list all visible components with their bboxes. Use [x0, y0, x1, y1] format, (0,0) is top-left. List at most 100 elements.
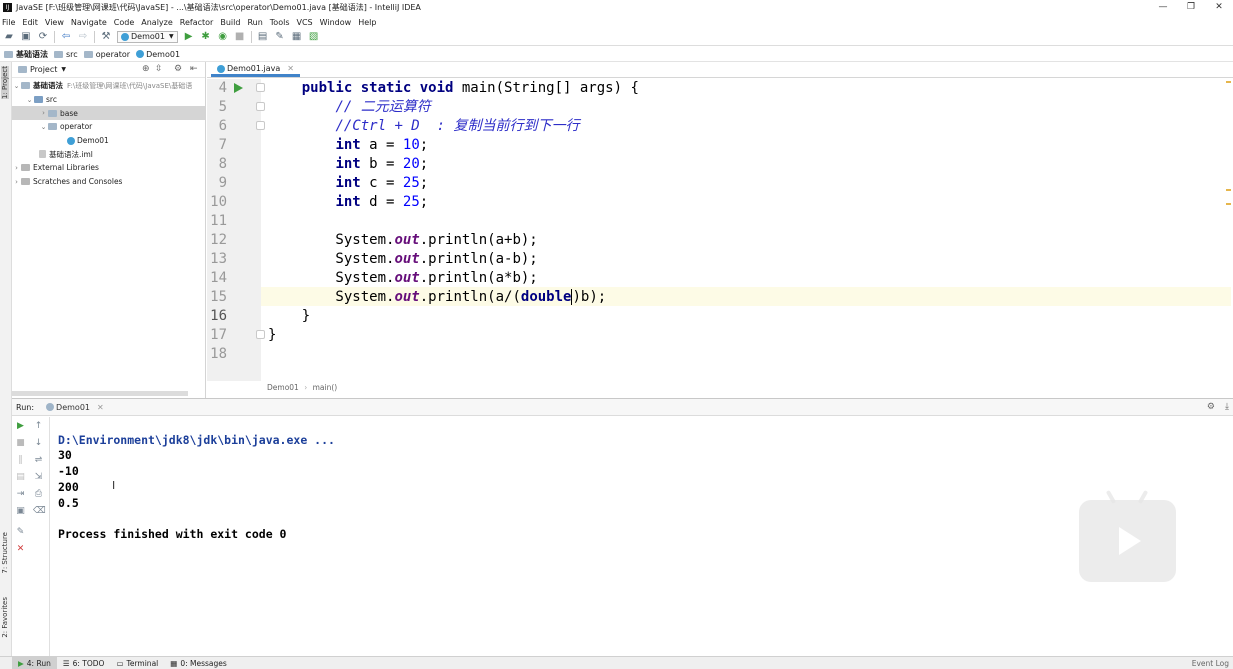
tree-item-base[interactable]: › base: [12, 106, 205, 121]
menu-refactor[interactable]: Refactor: [180, 18, 214, 27]
run-tab-demo01[interactable]: Demo01 ✕: [46, 403, 104, 412]
menu-build[interactable]: Build: [220, 18, 240, 27]
code-area[interactable]: public static void main(String[] args) {…: [268, 79, 1218, 381]
project-view-select[interactable]: Project: [30, 65, 57, 74]
menu-code[interactable]: Code: [114, 18, 134, 27]
tool-tab-todo[interactable]: ☰ 6: TODO: [57, 657, 111, 669]
build-hammer-icon[interactable]: ⚒: [100, 31, 112, 43]
gear-icon[interactable]: ⚙: [1207, 402, 1215, 412]
close-tab-icon[interactable]: ✕: [97, 403, 104, 412]
pin-icon[interactable]: ✎: [15, 527, 26, 538]
editor-tab-demo01[interactable]: Demo01.java ✕: [211, 63, 300, 77]
tree-item-external-libraries[interactable]: › External Libraries: [12, 161, 205, 175]
event-log-button[interactable]: Event Log: [1192, 659, 1229, 668]
stop-icon[interactable]: ■: [234, 31, 246, 43]
run-icon[interactable]: ▶: [183, 31, 195, 43]
menu-vcs[interactable]: VCS: [297, 18, 313, 27]
locate-icon[interactable]: ⊕: [142, 64, 150, 74]
fold-marker-icon[interactable]: [256, 330, 265, 339]
expand-arrow-icon[interactable]: ⌄: [12, 82, 21, 90]
vertical-scrollbar[interactable]: [1227, 79, 1230, 319]
tree-item-module[interactable]: ⌄ 基础语法 F:\班级管理\网课班\代码\JavaSE\基础语: [12, 79, 205, 93]
maximize-button[interactable]: ❐: [1177, 0, 1205, 15]
tree-item-demo01[interactable]: Demo01: [12, 134, 205, 148]
clear-all-icon[interactable]: ⌫: [33, 506, 46, 517]
collapse-all-icon[interactable]: ⇳: [155, 64, 163, 74]
print-icon[interactable]: ⎙: [33, 489, 44, 500]
layout-icon[interactable]: ▣: [15, 506, 26, 517]
editor-breadcrumb-method[interactable]: main(): [313, 383, 338, 392]
breadcrumb-src[interactable]: src: [54, 50, 78, 59]
run-coverage-icon[interactable]: ◉: [217, 31, 229, 43]
debug-bug-icon[interactable]: ✱: [200, 31, 212, 43]
chevron-down-icon[interactable]: ▼: [61, 66, 66, 73]
sync-icon[interactable]: ⟳: [37, 31, 49, 43]
run-gutter-icon[interactable]: [234, 83, 243, 93]
rerun-icon[interactable]: ▶: [15, 421, 26, 432]
tree-item-scratches[interactable]: › Scratches and Consoles: [12, 175, 205, 189]
gear-icon[interactable]: ⚙: [174, 64, 182, 74]
console-output[interactable]: D:\Environment\jdk8\jdk\bin\java.exe ...…: [58, 417, 335, 543]
tree-item-operator[interactable]: ⌄ operator: [12, 120, 205, 134]
settings-wrench-icon[interactable]: ✎: [274, 31, 286, 43]
scroll-down-icon[interactable]: ↓: [33, 438, 44, 449]
menu-run[interactable]: Run: [247, 18, 262, 27]
menu-analyze[interactable]: Analyze: [141, 18, 173, 27]
expand-arrow-icon[interactable]: ⌄: [39, 123, 48, 131]
menu-view[interactable]: View: [45, 18, 64, 27]
tree-item-iml[interactable]: 基础语法.iml: [12, 147, 205, 161]
breadcrumb-project[interactable]: 基础语法: [4, 49, 48, 60]
menu-edit[interactable]: Edit: [22, 18, 38, 27]
project-panel-header: Project ▼ ⊕ ⇳ ⚙ ⇤: [12, 62, 205, 78]
menu-navigate[interactable]: Navigate: [71, 18, 107, 27]
warning-mark[interactable]: [1226, 81, 1231, 83]
close-icon[interactable]: ✕: [15, 544, 26, 555]
search-everywhere-icon[interactable]: ▧: [308, 31, 320, 43]
pause-icon[interactable]: ‖: [15, 455, 26, 466]
collapse-arrow-icon[interactable]: ›: [12, 178, 21, 186]
save-all-icon[interactable]: ▣: [20, 31, 32, 43]
tree-item-src[interactable]: ⌄ src: [12, 93, 205, 107]
breadcrumb-class[interactable]: Demo01: [136, 50, 180, 59]
error-stripe[interactable]: [1226, 79, 1231, 381]
editor-tab-label: Demo01.java: [227, 64, 281, 73]
menu-tools[interactable]: Tools: [270, 18, 290, 27]
menu-help[interactable]: Help: [358, 18, 376, 27]
exit-icon[interactable]: ⇥: [15, 489, 26, 500]
tool-tab-run[interactable]: ▶ 4: Run: [12, 656, 57, 669]
horizontal-scrollbar[interactable]: [12, 391, 188, 396]
structure-tool-tab[interactable]: 7: Structure: [1, 532, 9, 574]
menu-file[interactable]: File: [2, 18, 15, 27]
breadcrumb-operator[interactable]: operator: [83, 50, 130, 59]
scroll-to-end-icon[interactable]: ⇲: [33, 472, 44, 483]
warning-mark[interactable]: [1226, 189, 1231, 191]
open-folder-icon[interactable]: ▰: [3, 31, 15, 43]
close-tab-icon[interactable]: ✕: [287, 64, 294, 73]
forward-arrow-icon[interactable]: ⇨: [77, 31, 89, 43]
warning-mark[interactable]: [1226, 203, 1231, 205]
sdk-icon[interactable]: ▦: [291, 31, 303, 43]
close-button[interactable]: ✕: [1205, 0, 1233, 15]
expand-arrow-icon[interactable]: ⌄: [25, 96, 34, 104]
project-tool-tab[interactable]: 1: Project: [1, 66, 9, 99]
tool-tab-messages[interactable]: ▦ 0: Messages: [164, 657, 233, 669]
project-structure-icon[interactable]: ▤: [257, 31, 269, 43]
tool-tab-terminal[interactable]: ▭ Terminal: [110, 657, 164, 669]
hide-panel-icon[interactable]: ⤓: [1225, 402, 1229, 412]
collapse-arrow-icon[interactable]: ›: [12, 164, 21, 172]
soft-wrap-icon[interactable]: ⇌: [33, 455, 44, 466]
fold-marker-icon[interactable]: [256, 102, 265, 111]
favorites-tool-tab[interactable]: 2: Favorites: [1, 597, 9, 638]
stop-icon[interactable]: ■: [15, 438, 26, 449]
scroll-up-icon[interactable]: ↑: [33, 421, 44, 432]
minimize-button[interactable]: —: [1149, 0, 1177, 15]
fold-marker-icon[interactable]: [256, 83, 265, 92]
hide-panel-icon[interactable]: ⇤: [190, 64, 198, 74]
dump-threads-icon[interactable]: ▤: [15, 472, 26, 483]
collapse-arrow-icon[interactable]: ›: [39, 109, 48, 117]
fold-marker-icon[interactable]: [256, 121, 265, 130]
menu-window[interactable]: Window: [320, 18, 352, 27]
run-configuration-select[interactable]: Demo01 ▼: [117, 31, 178, 43]
editor-breadcrumb-class[interactable]: Demo01: [267, 383, 299, 392]
back-arrow-icon[interactable]: ⇦: [60, 31, 72, 43]
